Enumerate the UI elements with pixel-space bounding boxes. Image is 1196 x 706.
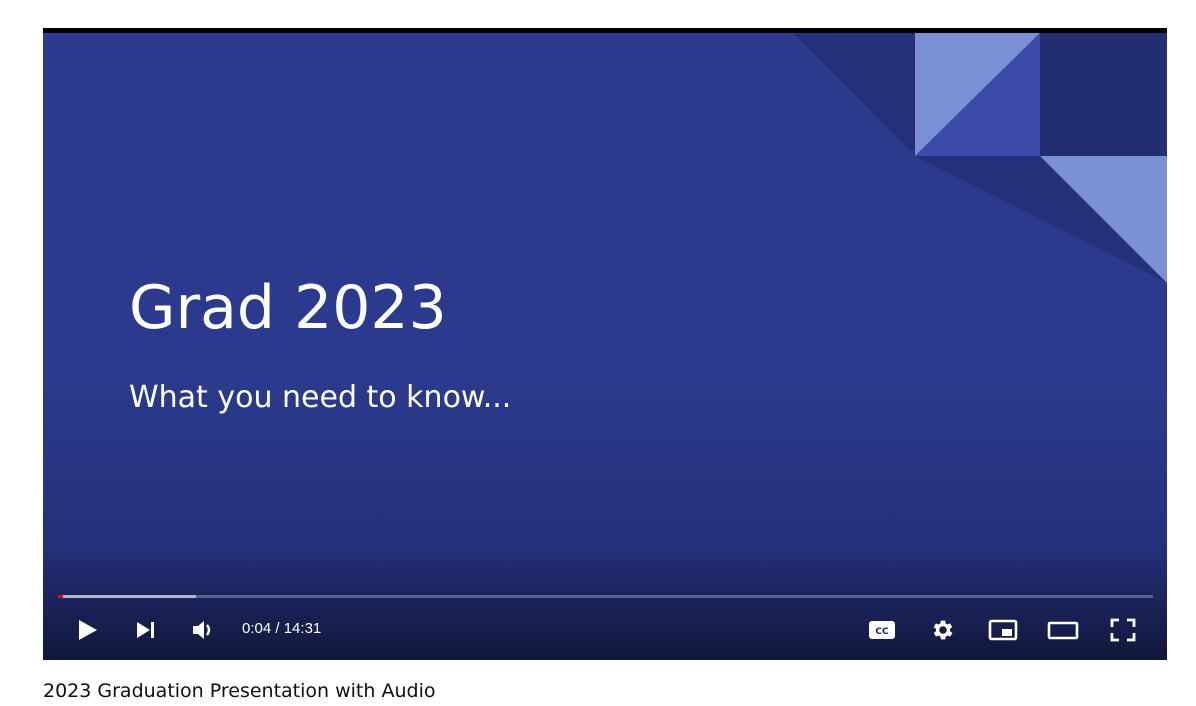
- video-player[interactable]: Grad 2023 What you need to know... 0:04 …: [43, 28, 1167, 660]
- fullscreen-button[interactable]: [1105, 612, 1141, 648]
- theater-icon: [1047, 621, 1079, 640]
- volume-icon: [193, 621, 211, 639]
- time-separator: /: [275, 620, 284, 637]
- slide-title: Grad 2023: [129, 273, 447, 343]
- play-icon: [79, 620, 97, 640]
- play-button[interactable]: [71, 612, 105, 648]
- miniplayer-icon: [988, 619, 1018, 641]
- deco-dark-square: [1040, 33, 1167, 156]
- volume-button[interactable]: [187, 612, 221, 648]
- skip-next-icon: [137, 622, 154, 638]
- progress-played: [58, 595, 64, 598]
- slide-subtitle: What you need to know...: [129, 380, 512, 415]
- miniplayer-button[interactable]: [985, 612, 1021, 648]
- cc-icon: CC: [869, 621, 895, 639]
- captions-button[interactable]: CC: [864, 612, 900, 648]
- gear-icon: [933, 620, 953, 640]
- next-button[interactable]: [129, 612, 163, 648]
- theater-mode-button[interactable]: [1045, 612, 1081, 648]
- progress-loaded: [58, 595, 196, 598]
- time-display: 0:04 / 14:31: [242, 620, 321, 637]
- video-title: 2023 Graduation Presentation with Audio: [43, 680, 436, 702]
- svg-text:CC: CC: [875, 627, 889, 637]
- settings-button[interactable]: [925, 612, 961, 648]
- progress-bar[interactable]: [58, 595, 1153, 598]
- fullscreen-icon: [1110, 618, 1136, 642]
- duration: 14:31: [283, 620, 322, 637]
- current-time: 0:04: [242, 620, 272, 637]
